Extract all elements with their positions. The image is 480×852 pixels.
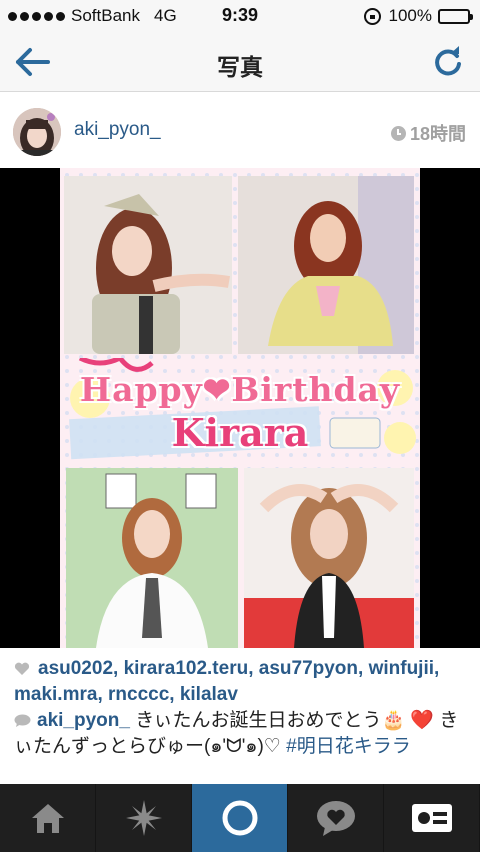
profile-icon [411,804,452,832]
photo-panel-top-left [64,176,232,354]
explore-icon [125,800,162,836]
post-photo[interactable]: Happy❤Birthday Kirara [0,168,480,648]
refresh-button[interactable] [430,44,466,80]
birthday-banner: Happy❤Birthday Kirara [60,358,420,463]
liked-by-users[interactable]: asu0202, kirara102.teru, asu77pyon, winf… [14,658,439,705]
rotation-lock-icon [363,7,381,25]
caption-hashtag[interactable]: #明日花キララ [286,736,411,757]
home-icon [31,804,64,833]
post-caption: aki_pyon_ きぃたんお誕生日おめでとう🎂 ❤️ きぃたんずっとらびゅー(… [14,708,470,760]
clock-icon [390,125,406,141]
battery-percent: 100% [388,6,432,25]
bottom-tab-bar [0,784,480,852]
comment-bubble-icon [14,714,31,727]
post-username[interactable]: aki_pyon_ [74,119,161,141]
refresh-icon [435,46,461,76]
banner-happy-birthday-text: Happy❤Birthday [79,370,401,409]
caption-username[interactable]: aki_pyon_ [37,710,130,731]
camera-icon [222,800,257,836]
tab-profile[interactable] [384,784,480,852]
photo-panel-top-right [238,176,414,354]
tab-camera[interactable] [192,784,288,852]
page-title: 写真 [217,54,263,80]
photo-panel-bottom-left [66,468,238,648]
heart-icon [14,662,30,675]
activity-icon [316,801,355,836]
likes-list[interactable]: asu0202, kirara102.teru, asu77pyon, winf… [14,656,470,708]
avatar[interactable] [13,108,61,156]
photo-panel-bottom-right [244,468,414,648]
navigation-bar: 写真 [0,32,480,92]
tab-explore[interactable] [96,784,192,852]
post-header: aki_pyon_ 18時間 [0,93,480,168]
battery-icon [438,8,473,24]
status-bar: SoftBank 4G 9:39 100% [0,0,480,32]
tab-activity[interactable] [288,784,384,852]
birthday-collage-image: Happy❤Birthday Kirara [60,168,420,648]
post-timestamp: 18時間 [390,120,466,146]
banner-name-text: Kirara [171,410,309,455]
time-ago-label: 18時間 [409,124,466,144]
tab-home[interactable] [0,784,96,852]
